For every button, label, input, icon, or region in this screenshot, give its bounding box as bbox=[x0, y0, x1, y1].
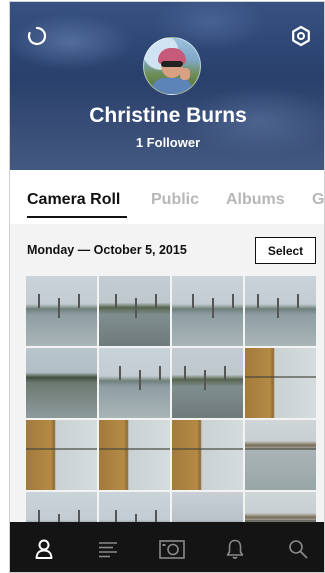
active-tab-indicator bbox=[27, 216, 127, 218]
avatar[interactable] bbox=[143, 37, 201, 95]
refresh-icon[interactable] bbox=[25, 24, 49, 48]
photo-thumbnail[interactable] bbox=[26, 276, 97, 346]
tab-camera-roll[interactable]: Camera Roll bbox=[27, 191, 120, 209]
profile-icon[interactable] bbox=[32, 537, 56, 561]
photo-thumbnail[interactable] bbox=[172, 420, 243, 490]
bottom-nav-bar bbox=[10, 522, 324, 572]
photo-thumbnail[interactable] bbox=[99, 348, 170, 418]
photo-thumbnail[interactable] bbox=[245, 420, 316, 490]
date-section-header: Monday — October 5, 2015 Select bbox=[10, 224, 324, 276]
follower-count[interactable]: 1 Follower bbox=[10, 135, 324, 150]
photo-thumbnail[interactable] bbox=[99, 276, 170, 346]
photo-thumbnail[interactable] bbox=[172, 276, 243, 346]
search-icon[interactable] bbox=[286, 537, 310, 561]
photo-thumbnail[interactable] bbox=[172, 348, 243, 418]
photo-thumbnail[interactable] bbox=[99, 420, 170, 490]
profile-header: Christine Burns 1 Follower bbox=[10, 2, 324, 170]
notifications-bell-icon[interactable] bbox=[223, 537, 247, 561]
feed-icon[interactable] bbox=[96, 537, 120, 561]
camera-icon[interactable] bbox=[158, 537, 186, 561]
photo-thumbnail[interactable] bbox=[245, 276, 316, 346]
photo-thumbnail[interactable] bbox=[245, 348, 316, 418]
settings-gear-icon[interactable] bbox=[289, 24, 313, 48]
phone-screen: Christine Burns 1 Follower Camera Roll P… bbox=[9, 1, 325, 573]
photo-thumbnail[interactable] bbox=[26, 420, 97, 490]
tab-groups[interactable]: G bbox=[312, 191, 324, 209]
photo-thumbnail[interactable] bbox=[26, 348, 97, 418]
select-button[interactable]: Select bbox=[255, 237, 316, 264]
tab-albums[interactable]: Albums bbox=[226, 191, 285, 209]
profile-tabs: Camera Roll Public Albums G bbox=[10, 170, 324, 224]
tab-public[interactable]: Public bbox=[151, 191, 199, 209]
user-name: Christine Burns bbox=[89, 104, 247, 127]
section-date: Monday — October 5, 2015 bbox=[27, 243, 187, 257]
